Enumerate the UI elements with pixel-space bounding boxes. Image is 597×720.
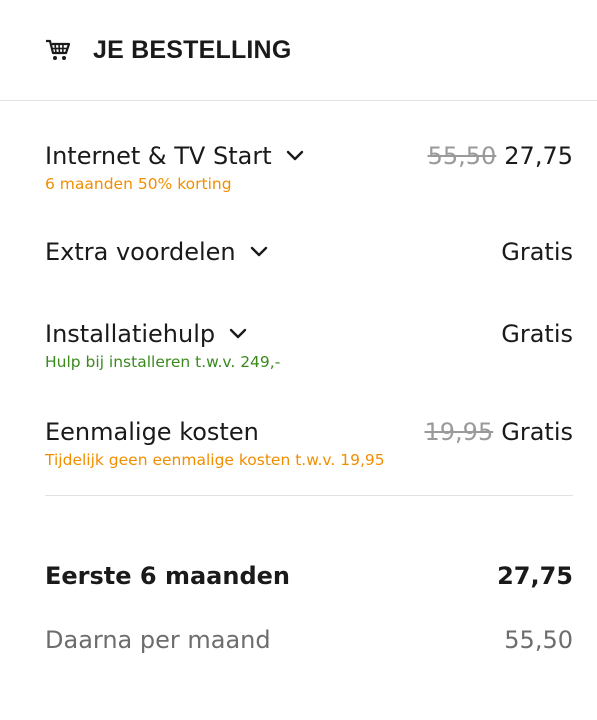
current-price: 27,75: [504, 142, 573, 170]
order-title: JE BESTELLING: [93, 35, 292, 64]
line-name: Internet & TV Start: [45, 142, 272, 170]
old-price: 55,50: [427, 142, 497, 170]
order-line-extra-voordelen: Extra voordelen Gratis: [45, 235, 573, 317]
line-price: 19,95 Gratis: [425, 415, 573, 449]
order-lines: Internet & TV Start 6 maanden 50% kortin…: [0, 101, 597, 495]
line-price: 55,50 27,75: [428, 139, 573, 173]
monthly-after-value: 55,50: [504, 626, 573, 654]
order-header: JE BESTELLING: [0, 0, 597, 101]
first-period-value: 27,75: [497, 562, 573, 590]
chevron-down-icon[interactable]: [250, 246, 268, 258]
monthly-after-label: Daarna per maand: [45, 626, 271, 654]
one-time-costs-note: Tijdelijk geen eenmalige kosten t.w.v. 1…: [45, 451, 385, 469]
line-name: Extra voordelen: [45, 238, 236, 266]
current-price: Gratis: [501, 418, 573, 446]
order-line-eenmalige-kosten: Eenmalige kosten Tijdelijk geen eenmalig…: [45, 415, 573, 495]
old-price: 19,95: [424, 418, 494, 446]
order-line-internet-tv: Internet & TV Start 6 maanden 50% kortin…: [45, 139, 573, 235]
installatiehulp-toggle[interactable]: Installatiehulp: [45, 317, 280, 351]
line-name: Installatiehulp: [45, 320, 216, 348]
line-price: Gratis: [501, 317, 573, 351]
chevron-down-icon[interactable]: [229, 328, 247, 340]
monthly-after-total: Daarna per maand 55,50: [45, 623, 573, 657]
order-totals: Eerste 6 maanden 27,75 Daarna per maand …: [0, 496, 597, 657]
current-price: Gratis: [501, 238, 573, 266]
first-period-total: Eerste 6 maanden 27,75: [45, 559, 573, 623]
install-value-note: Hulp bij installeren t.w.v. 249,-: [45, 353, 281, 371]
current-price: Gratis: [501, 320, 573, 348]
cart-icon: [46, 39, 71, 60]
discount-note: 6 maanden 50% korting: [45, 175, 232, 193]
line-name: Eenmalige kosten: [45, 418, 259, 446]
first-period-label: Eerste 6 maanden: [45, 562, 290, 590]
chevron-down-icon[interactable]: [286, 150, 304, 162]
internet-tv-toggle[interactable]: Internet & TV Start: [45, 139, 304, 173]
order-line-installatiehulp: Installatiehulp Hulp bij installeren t.w…: [45, 317, 573, 415]
line-price: Gratis: [501, 235, 573, 269]
extra-voordelen-toggle[interactable]: Extra voordelen: [45, 235, 268, 269]
